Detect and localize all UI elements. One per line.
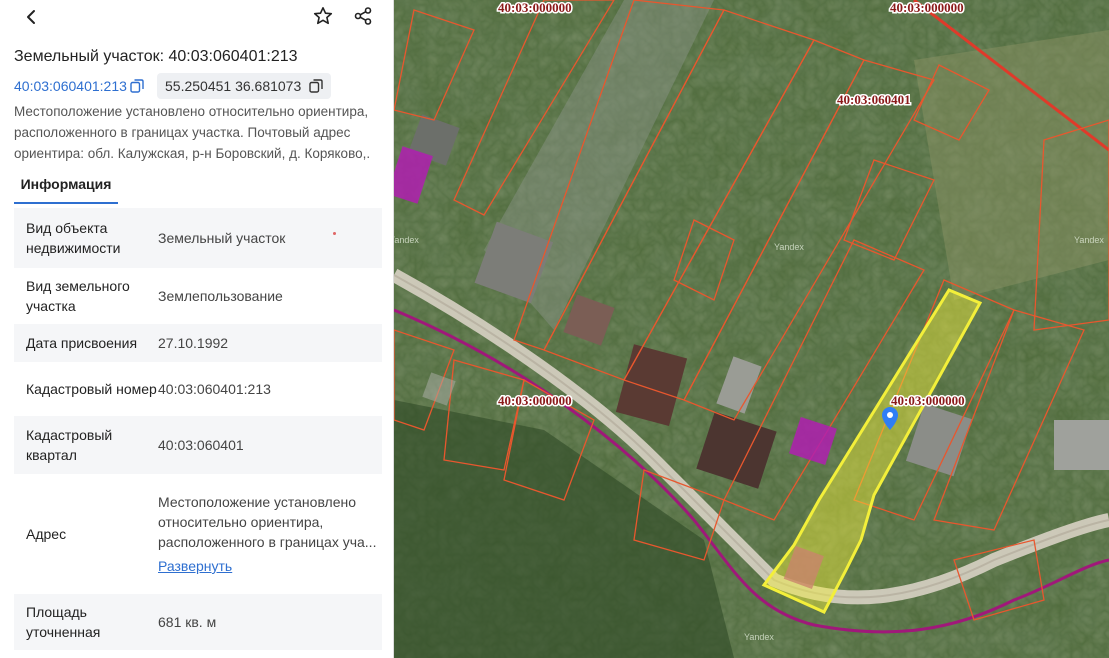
map-watermark: Yandex [1074,235,1104,245]
info-key: Вид объекта недвижимости [26,220,121,256]
cadastral-label: 40:03:060401 [837,92,911,107]
location-description: Местоположение установлено относительно … [14,104,371,161]
panel-toolbar [0,0,393,34]
map-watermark: Yandex [744,632,774,642]
tab-information[interactable]: Информация [14,172,118,204]
indicator-dot [333,232,336,235]
info-key: Площадь уточненная [26,604,101,640]
cadastral-label: 40:03:000000 [498,0,572,15]
copy-icon[interactable] [130,79,144,93]
info-value: 681 кв. м [158,614,217,630]
info-row-cad-number: Кадастровый номер 40:03:060401:213 [14,362,382,416]
info-row-address: Адрес Местоположение установлено относит… [14,474,382,594]
info-table: Вид объекта недвижимости Земельный участ… [14,208,382,650]
info-key: Дата присвоения [26,335,138,351]
info-value: 27.10.1992 [158,335,229,351]
info-row-cad-quarter: Кадастровый квартал 40:03:060401 [14,416,382,474]
info-row-date: Дата присвоения 27.10.1992 [14,324,382,362]
info-key: Вид земельного участка [26,278,130,314]
info-key: Кадастровый номер [26,381,157,397]
info-key: Адрес [26,526,67,542]
coordinates-chip[interactable]: 55.250451 36.681073 [157,73,332,99]
address-text: Местоположение установлено относительно … [158,494,377,550]
info-value: Землепользование [158,288,283,304]
tab-bar: Информация [14,172,386,204]
info-row-object-type: Вид объекта недвижимости Земельный участ… [14,208,382,268]
back-button[interactable] [16,1,48,33]
star-icon [313,7,333,25]
info-key: Кадастровый квартал [26,427,113,463]
copy-icon[interactable] [309,79,323,93]
cadastral-label: 40:03:000000 [891,393,965,408]
info-value: Земельный участок [158,230,286,246]
back-icon [27,10,35,24]
info-value: 40:03:060401 [158,437,244,453]
map-canvas[interactable]: Yandex Yandex Yandex Yandex 40:03:000000… [394,0,1109,658]
share-icon [354,7,372,25]
cadastral-label: 40:03:000000 [498,393,572,408]
cadastral-number-link[interactable]: 40:03:060401:213 [14,78,127,94]
map-watermark: Yandex [394,235,419,245]
info-row-land-type: Вид земельного участка Землепользование [14,268,382,324]
map-watermark: Yandex [774,242,804,252]
info-row-area: Площадь уточненная 681 кв. м [14,594,382,650]
info-value: Местоположение установлено относительно … [158,474,382,594]
coordinates-text: 55.250451 36.681073 [165,78,302,94]
share-button[interactable] [347,0,379,32]
info-value: 40:03:060401:213 [158,381,271,397]
expand-link[interactable]: Развернуть [158,556,232,576]
info-panel: Земельный участок: 40:03:060401:213 40:0… [0,0,394,658]
cadastral-label: 40:03:000000 [890,0,964,15]
favorite-button[interactable] [307,0,339,32]
satellite-map[interactable]: Yandex Yandex Yandex Yandex 40:03:000000… [394,0,1109,658]
page-title: Земельный участок: 40:03:060401:213 [14,48,298,65]
